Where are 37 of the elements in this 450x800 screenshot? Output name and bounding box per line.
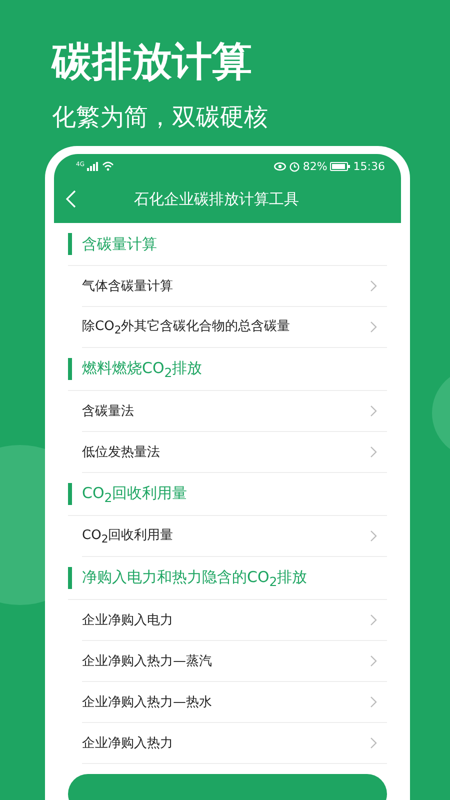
section-marker bbox=[68, 233, 72, 255]
chevron-icon bbox=[370, 696, 377, 708]
list-item[interactable]: 企业净购入电力 bbox=[82, 600, 387, 641]
list-item[interactable]: 气体含碳量计算 bbox=[82, 266, 387, 307]
list-item[interactable]: 企业净购入热力 bbox=[82, 723, 387, 764]
tagline: 化繁为简，双碳硬核 bbox=[52, 102, 269, 133]
list-item[interactable]: 企业净购入热力—热水 bbox=[82, 682, 387, 723]
list-item[interactable]: CO$_{2}$回收利用量 bbox=[82, 516, 387, 557]
alarm-icon bbox=[288, 160, 300, 172]
wifi-icon bbox=[102, 161, 114, 171]
section-title: CO$_{2}$回收利用量 bbox=[82, 484, 188, 504]
chevron-icon bbox=[370, 614, 377, 626]
chevron-icon bbox=[370, 655, 377, 667]
chevron-icon bbox=[370, 321, 377, 333]
signal-icon bbox=[87, 162, 100, 170]
section-title: 燃料燃烧CO$_{2}$排放 bbox=[82, 358, 202, 380]
back-icon[interactable] bbox=[66, 190, 76, 208]
chevron-icon bbox=[370, 280, 377, 292]
list-item[interactable]: 除CO$_{2}$外其它含碳化合物的总含碳量 bbox=[82, 307, 387, 348]
section-marker bbox=[68, 358, 72, 380]
list-item[interactable]: 含碳量法 bbox=[82, 391, 387, 432]
section-title: 净购入电力和热力隐含的CO$_{2}$排放 bbox=[82, 568, 308, 588]
headline: 碳排放计算 bbox=[52, 38, 253, 86]
chevron-icon bbox=[370, 446, 377, 458]
battery-percent: 82% bbox=[302, 160, 328, 172]
app-bar-title: 石化企业碳排放计算工具 bbox=[134, 190, 299, 209]
eye-icon bbox=[274, 162, 286, 170]
chevron-icon bbox=[370, 530, 377, 542]
section-marker bbox=[68, 483, 72, 505]
list-item[interactable]: 企业净购入热力—蒸汽 bbox=[82, 641, 387, 682]
chevron-icon bbox=[370, 737, 377, 749]
battery-icon bbox=[330, 162, 350, 170]
section-marker bbox=[68, 567, 72, 589]
chevron-icon bbox=[370, 405, 377, 417]
clock-time: 15:36 bbox=[353, 160, 385, 172]
list-item[interactable]: 低位发热量法 bbox=[82, 432, 387, 473]
section-title: 含碳量计算 bbox=[82, 234, 157, 254]
